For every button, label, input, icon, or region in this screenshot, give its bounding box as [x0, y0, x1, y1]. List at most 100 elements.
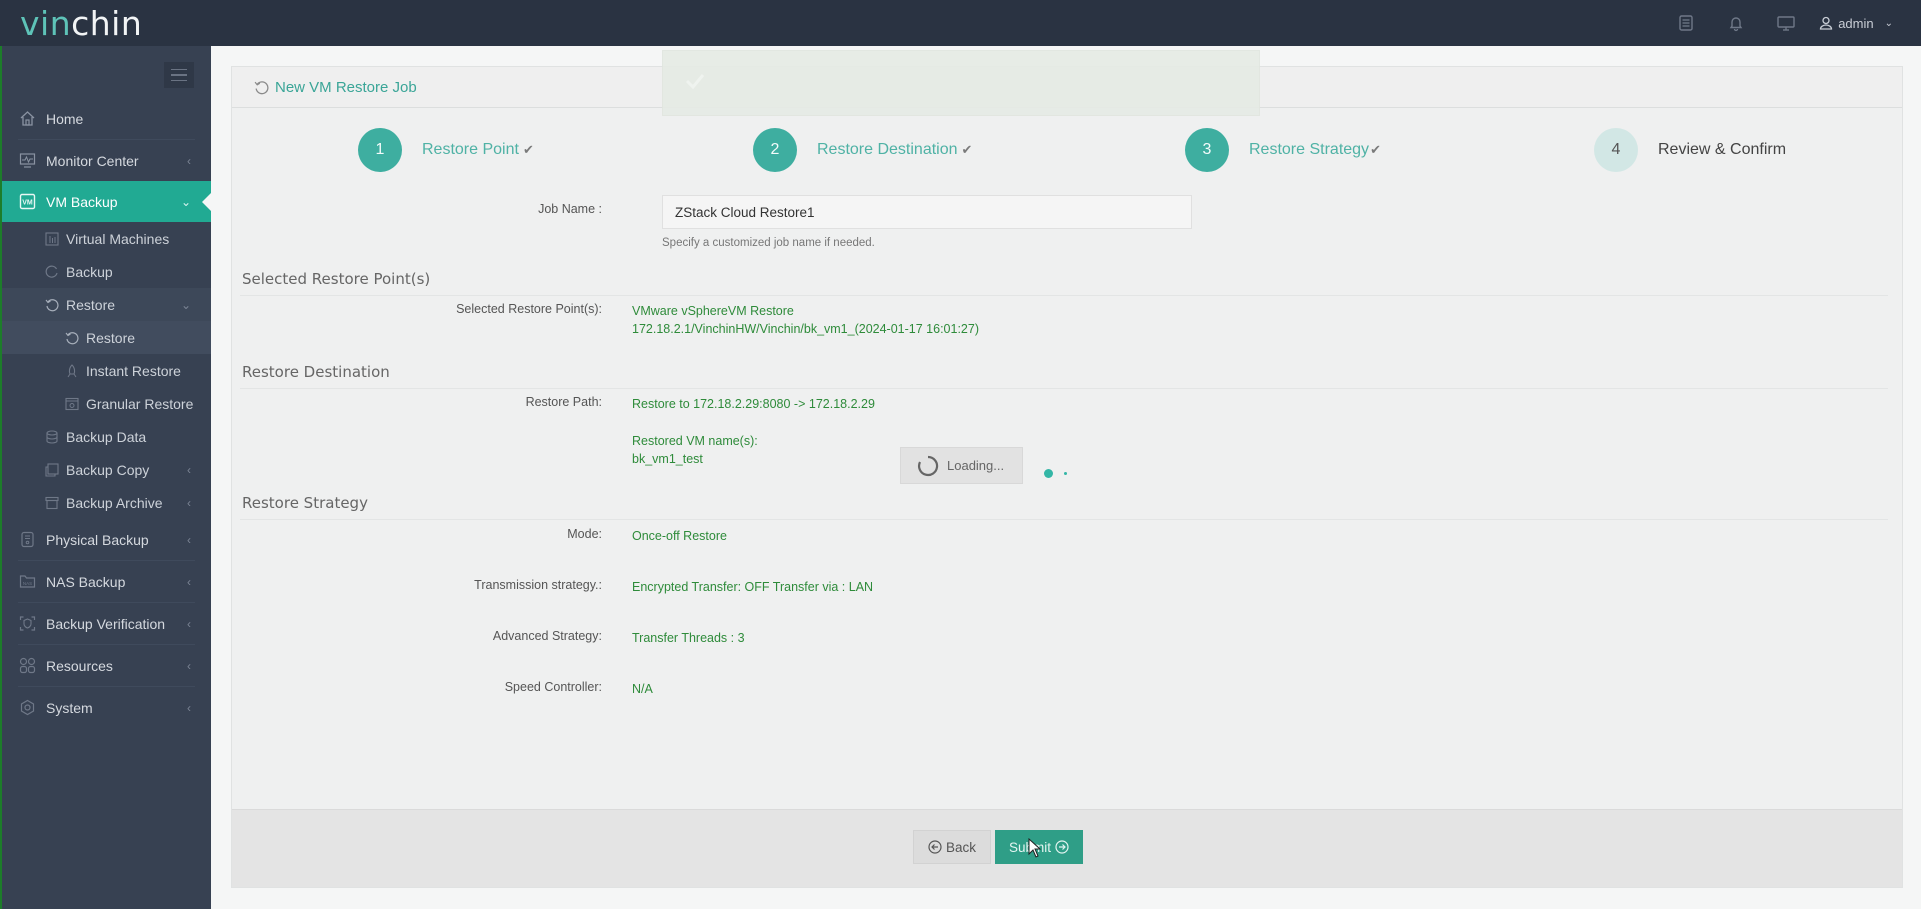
strategy-label: Advanced Strategy:: [492, 629, 602, 643]
restore-point-label: Selected Restore Point(s):: [456, 302, 602, 316]
strategy-row-advanced: Advanced Strategy: Transfer Threads : 3: [232, 629, 745, 647]
chevron-down-icon: ⌄: [1884, 17, 1893, 29]
sidebar-item-system[interactable]: System ‹: [2, 687, 211, 728]
sidebar-subitem-backup-data[interactable]: Backup Data: [2, 420, 211, 453]
restore-icon: [64, 330, 80, 346]
sidebar-subitem-backup-copy[interactable]: Backup Copy ‹: [2, 453, 211, 486]
nas-icon: NAS: [18, 573, 36, 591]
top-bar: vinchin admin ⌄: [0, 0, 1921, 46]
loading-text: Loading...: [947, 458, 1005, 473]
svg-text:NAS: NAS: [22, 581, 31, 586]
sidebar-item-label: Backup Archive: [66, 494, 163, 511]
user-icon: [1820, 16, 1833, 30]
sidebar-item-vm-backup[interactable]: VM VM Backup ⌄: [2, 181, 212, 222]
sidebar-subitem-backup[interactable]: Backup: [2, 255, 211, 288]
sidebar-item-label: System: [46, 699, 93, 716]
sidebar: Home Monitor Center ‹ VM VM Backup ⌄ Vir…: [0, 46, 212, 909]
backup-refresh-icon: [44, 264, 60, 280]
sidebar-item-label: NAS Backup: [46, 573, 126, 590]
chevron-left-icon: ‹: [187, 658, 191, 673]
step-restore-strategy[interactable]: 3 Restore Strategy ✔: [1185, 127, 1381, 173]
step-number: 2: [753, 128, 797, 172]
step-number: 4: [1594, 128, 1638, 172]
check-icon: ✔: [522, 142, 534, 157]
chevron-left-icon: ‹: [187, 574, 191, 589]
sidebar-item-label: Home: [46, 110, 84, 127]
copy-icon: [44, 462, 60, 478]
home-icon: [18, 110, 36, 128]
sidebar-item-backup-verification[interactable]: Backup Verification ‹: [2, 603, 211, 644]
sidebar-item-physical-backup[interactable]: Physical Backup ‹: [2, 519, 211, 560]
restore-path-label: Restore Path:: [525, 395, 602, 409]
mouse-cursor-icon: [1028, 837, 1042, 863]
sidebar-item-monitor-center[interactable]: Monitor Center ‹: [2, 140, 211, 181]
username-label: admin: [1838, 15, 1874, 31]
step-label: Restore Destination: [817, 141, 958, 158]
check-icon: ✔: [1370, 142, 1381, 157]
sidebar-item-label: VM Backup: [46, 193, 118, 210]
step-label: Restore Point: [422, 141, 519, 158]
restore-job-panel: New VM Restore Job 1 Restore Point ✔ 2 R…: [231, 66, 1903, 888]
back-button[interactable]: Back: [913, 830, 991, 864]
sidebar-subitem-backup-archive[interactable]: Backup Archive ‹: [2, 486, 211, 519]
wizard-footer: Back Submit: [232, 809, 1902, 887]
vinchin-logo[interactable]: vinchin: [20, 4, 142, 43]
restore-icon: [254, 80, 269, 95]
sidebar-item-label: Backup Data: [66, 428, 147, 445]
document-list-icon[interactable]: [1661, 0, 1711, 46]
restore-path-value: Restore to 172.18.2.29:8080 -> 172.18.2.…: [632, 397, 875, 411]
user-menu[interactable]: admin ⌄: [1811, 0, 1921, 46]
strategy-value: N/A: [632, 682, 653, 696]
chevron-left-icon: ‹: [187, 616, 191, 631]
sidebar-item-home[interactable]: Home: [2, 98, 211, 139]
job-name-hint: Specify a customized job name if needed.: [662, 237, 875, 249]
wizard-steps: 1 Restore Point ✔ 2 Restore Destination …: [232, 127, 1902, 173]
shield-scan-icon: [18, 615, 36, 633]
sidebar-item-label: Instant Restore: [86, 362, 181, 379]
restored-vm-names-value: bk_vm1_test: [632, 452, 703, 466]
chevron-left-icon: ‹: [187, 153, 191, 168]
sidebar-subsubitem-granular-restore[interactable]: Granular Restore: [2, 387, 211, 420]
strategy-row-speed: Speed Controller: N/A: [232, 680, 653, 698]
sidebar-toggle-button[interactable]: [164, 62, 194, 88]
job-name-row: Job Name :: [232, 202, 632, 216]
job-name-input[interactable]: [662, 195, 1192, 229]
arrow-right-circle-icon: [1055, 840, 1069, 854]
divider: [240, 388, 1888, 389]
chevron-left-icon: ‹: [187, 532, 191, 547]
bell-icon[interactable]: [1711, 0, 1761, 46]
database-icon: [44, 429, 60, 445]
virtual-machines-icon: [44, 231, 60, 247]
sidebar-subsubitem-instant-restore[interactable]: Instant Restore: [2, 354, 211, 387]
chevron-down-icon: ⌄: [180, 194, 191, 209]
sidebar-item-resources[interactable]: Resources ‹: [2, 645, 211, 686]
step-label: Restore Strategy: [1249, 141, 1370, 158]
monitor-icon[interactable]: [1761, 0, 1811, 46]
strategy-label: Transmission strategy.:: [474, 578, 602, 592]
step-label: Review & Confirm: [1658, 141, 1787, 158]
check-icon: [683, 69, 707, 98]
sidebar-item-label: Physical Backup: [46, 531, 149, 548]
sidebar-item-label: Restore: [86, 329, 136, 346]
divider: [240, 519, 1888, 520]
server-icon: [18, 531, 36, 549]
sidebar-subitem-virtual-machines[interactable]: Virtual Machines: [2, 222, 211, 255]
logo-text-vin: vin: [20, 4, 72, 43]
section-title-restore-strategy: Restore Strategy: [242, 494, 368, 512]
step-number: 3: [1185, 128, 1229, 172]
step-restore-point[interactable]: 1 Restore Point ✔: [358, 127, 534, 173]
sidebar-item-nas-backup[interactable]: NAS NAS Backup ‹: [2, 561, 211, 602]
page-title: New VM Restore Job: [275, 78, 417, 96]
back-button-label: Back: [945, 839, 976, 855]
restore-point-type: VMware vSphereVM Restore: [632, 304, 794, 318]
sidebar-subitem-restore[interactable]: Restore ⌄: [2, 288, 211, 321]
step-restore-destination[interactable]: 2 Restore Destination ✔: [753, 127, 972, 173]
sidebar-item-label: Backup: [66, 263, 113, 280]
sidebar-subsubitem-restore[interactable]: Restore: [2, 321, 211, 354]
arrow-left-circle-icon: [928, 840, 942, 854]
step-number: 1: [358, 128, 402, 172]
check-icon: ✔: [961, 142, 973, 157]
restored-vm-names-row: Restored VM name(s): bk_vm1_test: [232, 432, 758, 468]
chevron-left-icon: ‹: [187, 462, 191, 477]
sidebar-item-label: Virtual Machines: [66, 230, 170, 247]
